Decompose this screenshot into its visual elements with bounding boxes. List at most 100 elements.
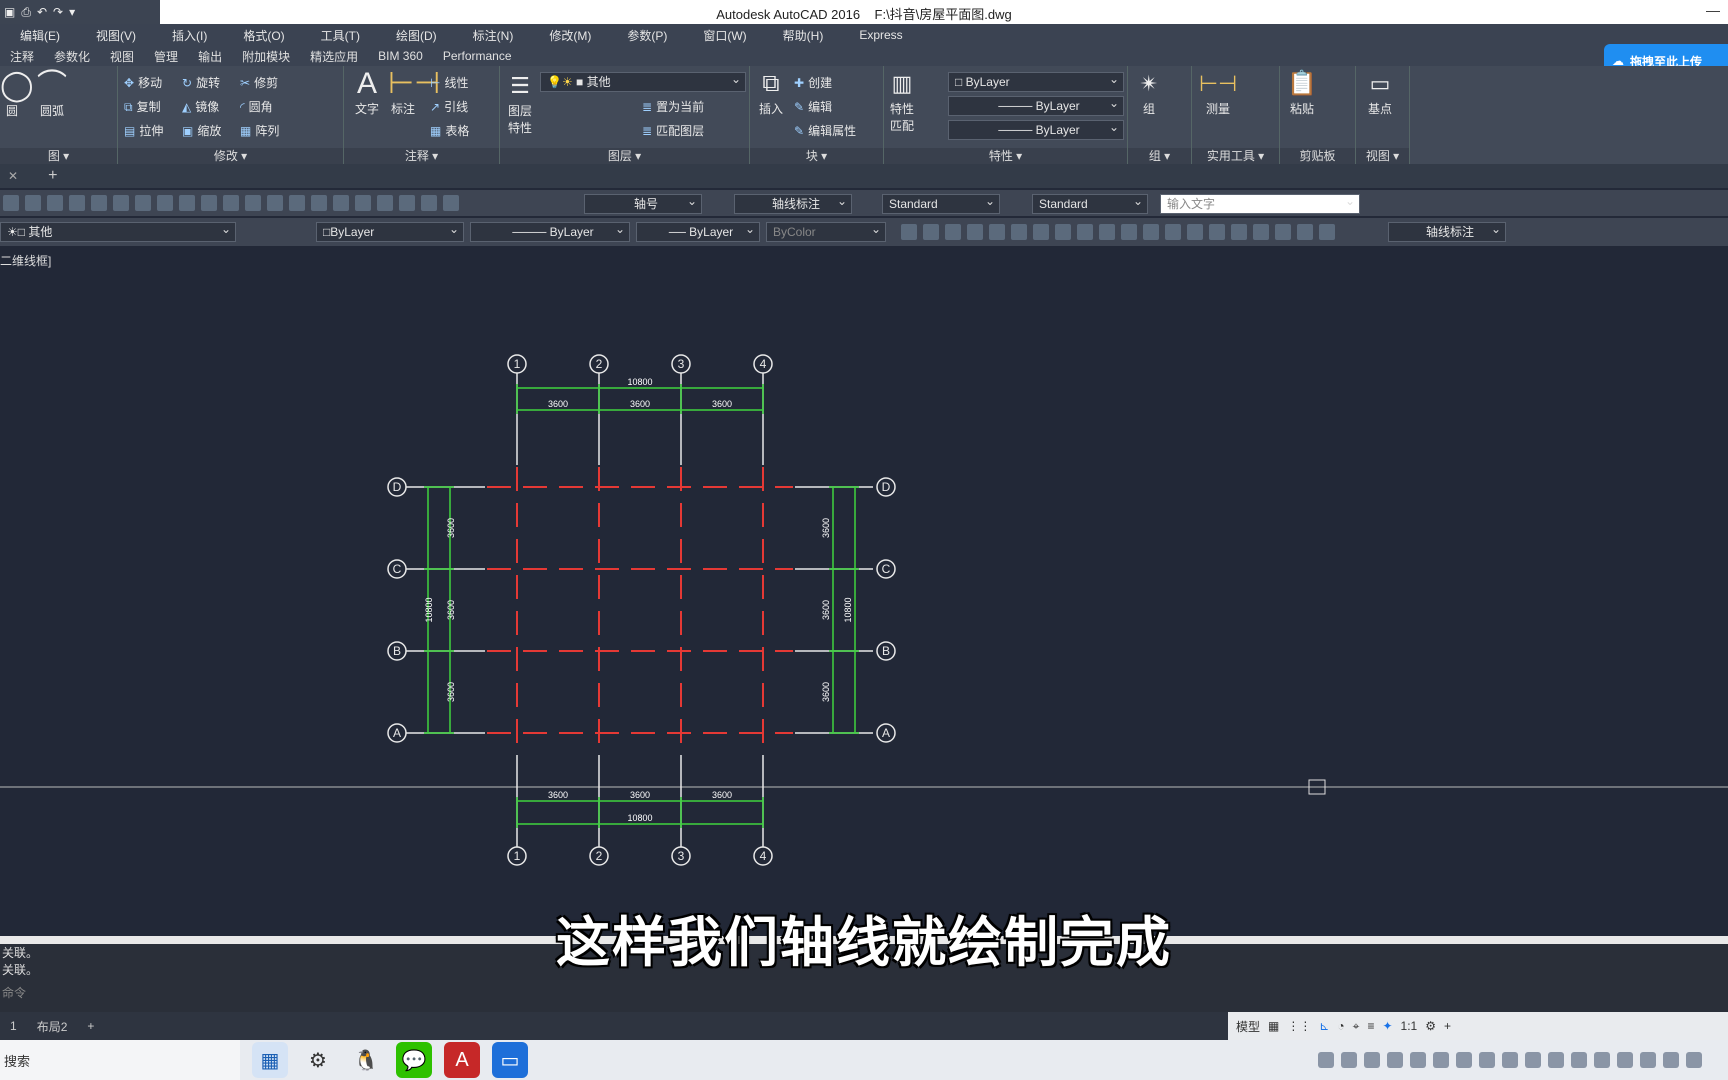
taskbar-search[interactable]: 搜索 (0, 1040, 240, 1080)
open-icon[interactable] (25, 195, 41, 211)
new-tab-button[interactable]: + (48, 167, 57, 185)
menu-item[interactable]: Express (839, 28, 918, 42)
quick-dim-icon[interactable] (1077, 224, 1093, 240)
lineweight-combo[interactable]: ──── ByLayer (948, 118, 1124, 140)
ribbon-tab[interactable]: 参数化 (44, 48, 100, 65)
layer-dropdown[interactable]: ☀□ 其他 (0, 220, 236, 242)
break-icon[interactable] (1165, 224, 1181, 240)
app-icon[interactable]: ▭ (492, 1042, 528, 1078)
pan-icon[interactable] (223, 195, 239, 211)
edit-block-button[interactable]: ✎ 编辑 (794, 98, 832, 115)
group-button[interactable]: ✴ 组 (1134, 68, 1164, 117)
minimize-button[interactable]: — (1706, 2, 1720, 18)
grid-icon[interactable]: ▦ (1268, 1019, 1279, 1033)
create-block-button[interactable]: ✚ 创建 (794, 74, 832, 91)
store-icon[interactable]: ▦ (252, 1042, 288, 1078)
text-style-combo[interactable]: 轴号 (584, 192, 702, 214)
autocad-icon[interactable]: A (444, 1042, 480, 1078)
zoom-icon[interactable] (245, 195, 261, 211)
paste-icon[interactable] (135, 195, 151, 211)
ribbon-tab[interactable]: 注释 (0, 48, 44, 65)
linetype-combo[interactable]: ──── ByLayer (948, 94, 1124, 116)
tray-icon[interactable] (1387, 1052, 1403, 1068)
fillet-button[interactable]: ◜ 圆角 (240, 98, 273, 115)
snap-icon[interactable]: ⋮⋮ (1287, 1019, 1311, 1033)
text-button[interactable]: A 文字 (352, 68, 382, 117)
sheet-set-icon[interactable] (377, 195, 393, 211)
menu-item[interactable]: 修改(M) (529, 27, 607, 44)
close-tab-icon[interactable]: ✕ (8, 169, 18, 183)
menu-item[interactable]: 插入(I) (152, 27, 223, 44)
redo-icon[interactable] (201, 195, 217, 211)
menu-item[interactable]: 编辑(E) (0, 27, 76, 44)
circle-button[interactable]: ◯ 圆 (0, 70, 34, 119)
lineweight-icon[interactable]: ≡ (1367, 1019, 1374, 1033)
tray-icon[interactable] (1548, 1052, 1564, 1068)
linetype-dropdown[interactable]: ──── ByLayer (470, 220, 630, 242)
tray-icon[interactable] (1640, 1052, 1656, 1068)
ribbon-tab[interactable]: Performance (433, 49, 522, 63)
model-space-button[interactable]: 模型 (1236, 1018, 1260, 1035)
save-icon[interactable] (47, 195, 63, 211)
base-point-button[interactable]: ▭ 基点 (1360, 68, 1400, 117)
settings-icon[interactable]: ⚙ (300, 1042, 336, 1078)
tolerance-icon[interactable] (1187, 224, 1203, 240)
set-current-button[interactable]: ≣ 置为当前 (642, 98, 704, 115)
layer-properties-button[interactable]: ☰ 图层 特性 (504, 70, 536, 136)
new-icon[interactable] (3, 195, 19, 211)
array-button[interactable]: ▦ 阵列 (240, 122, 279, 139)
ribbon-tab[interactable]: 精选应用 (300, 48, 368, 65)
command-input[interactable]: 命令 (0, 984, 1728, 1001)
help-icon[interactable] (443, 195, 459, 211)
zoom-window-icon[interactable] (267, 195, 283, 211)
match-properties-button[interactable]: ▥ 特性 匹配 (886, 68, 918, 134)
trim-button[interactable]: ✂ 修剪 (240, 74, 278, 91)
cut-icon[interactable] (91, 195, 107, 211)
arc-dim-icon[interactable] (945, 224, 961, 240)
tool-palette-icon[interactable] (355, 195, 371, 211)
menu-item[interactable]: 格式(O) (223, 27, 300, 44)
search-input[interactable]: 输入文字 (1160, 192, 1360, 214)
diameter-icon[interactable] (1033, 224, 1049, 240)
annotation-icon[interactable]: ✦ (1382, 1019, 1392, 1033)
dimension-button[interactable]: ⊢⊣ 标注 (388, 68, 440, 117)
menu-item[interactable]: 标注(N) (453, 27, 530, 44)
baseline-icon[interactable] (1099, 224, 1115, 240)
properties-icon[interactable] (311, 195, 327, 211)
dim-style-combo[interactable]: 轴线标注 (734, 192, 852, 214)
tray-icon[interactable] (1341, 1052, 1357, 1068)
markup-icon[interactable] (399, 195, 415, 211)
ordinate-icon[interactable] (967, 224, 983, 240)
scale-button[interactable]: ▣ 缩放 (182, 122, 221, 139)
table-button[interactable]: ▦ 表格 (430, 122, 469, 139)
paste-button[interactable]: 📋 粘贴 (1284, 68, 1320, 117)
linear-button[interactable]: ⊢ 线性 (430, 74, 468, 91)
move-button[interactable]: ✥ 移动 (124, 74, 162, 91)
gear-icon[interactable]: ⚙ (1425, 1019, 1436, 1033)
insert-button[interactable]: ⧉ 插入 (754, 68, 788, 117)
jogged-icon[interactable] (1011, 224, 1027, 240)
update-icon[interactable] (1319, 224, 1335, 240)
edit-text-icon[interactable] (1297, 224, 1313, 240)
measure-button[interactable]: ⊢⊣ 测量 (1198, 68, 1238, 117)
drawing-canvas[interactable]: 二维线框] 1 1 2 2 3 3 4 4 D D C C B B A A 10800 3600 3600 3600 1… (0, 246, 1728, 936)
quickcalc-icon[interactable] (421, 195, 437, 211)
layout-tab[interactable]: 1 (0, 1017, 27, 1035)
menu-item[interactable]: 视图(V) (76, 27, 152, 44)
qq-icon[interactable]: 🐧 (348, 1042, 384, 1078)
tray-icon[interactable] (1525, 1052, 1541, 1068)
menu-item[interactable]: 工具(T) (301, 27, 376, 44)
arc-button[interactable]: ⌒ 圆弧 (34, 70, 70, 119)
inspect-icon[interactable] (1231, 224, 1247, 240)
dimstyle-dropdown[interactable]: 轴线标注 (1388, 220, 1506, 242)
undo-icon[interactable] (179, 195, 195, 211)
zoom-previous-icon[interactable] (289, 195, 305, 211)
edit-attribute-button[interactable]: ✎ 编辑属性 (794, 122, 856, 139)
layout-tab[interactable]: 布局2 (27, 1016, 78, 1037)
tray-icon[interactable] (1456, 1052, 1472, 1068)
edit-dim-icon[interactable] (1275, 224, 1291, 240)
tray-icon[interactable] (1594, 1052, 1610, 1068)
menu-item[interactable]: 绘图(D) (376, 27, 453, 44)
tray-icon[interactable] (1318, 1052, 1334, 1068)
annotation-scale[interactable]: 1:1 (1401, 1019, 1418, 1033)
